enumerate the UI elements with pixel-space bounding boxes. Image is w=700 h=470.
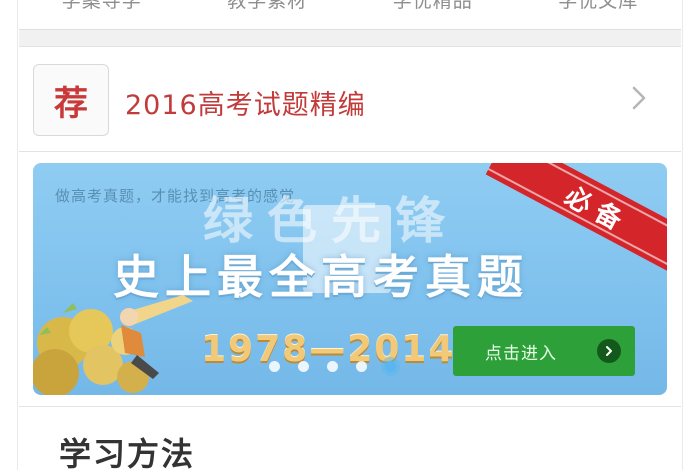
carousel-dot[interactable]: [356, 361, 367, 372]
carousel-indicator: [269, 361, 396, 372]
carousel-dot-active[interactable]: [385, 361, 396, 372]
page: 学案导学 教学素材 学优精品 学优文库 荐 2016高考试题精编 做高考真题，才…: [19, 0, 681, 470]
exam-banner[interactable]: 做高考真题，才能找到高考的感觉 绿色先锋 史上最全高考真题 1978—2014: [33, 163, 667, 395]
carousel-dot[interactable]: [327, 361, 338, 372]
tab-bar: 学案导学 教学素材 学优精品 学优文库: [19, 0, 681, 30]
arrow-right-circle-icon: [597, 339, 621, 363]
tab-teaching-materials[interactable]: 教学素材: [185, 0, 351, 13]
section-title: 学习方法: [59, 435, 196, 470]
banner-container: 做高考真题，才能找到高考的感觉 绿色先锋 史上最全高考真题 1978—2014: [19, 152, 681, 406]
tab-library[interactable]: 学优文库: [516, 0, 682, 13]
recommend-row[interactable]: 荐 2016高考试题精编: [19, 46, 681, 152]
ribbon-label: 必备: [559, 180, 634, 240]
enter-button-label: 点击进入: [485, 343, 557, 364]
tab-study-guide[interactable]: 学案导学: [19, 0, 185, 13]
recommend-title[interactable]: 2016高考试题精编: [125, 83, 366, 122]
study-methods-section: 学习方法: [19, 406, 681, 470]
recommend-badge: 荐: [33, 64, 109, 136]
right-gutter: [682, 0, 700, 470]
enter-button[interactable]: 点击进入: [453, 326, 635, 376]
tab-premium[interactable]: 学优精品: [350, 0, 516, 13]
runner-illustration: [33, 295, 193, 395]
carousel-dot[interactable]: [269, 361, 280, 372]
carousel-dot[interactable]: [298, 361, 309, 372]
left-gutter: [0, 0, 18, 470]
chevron-right-icon: [632, 86, 646, 110]
